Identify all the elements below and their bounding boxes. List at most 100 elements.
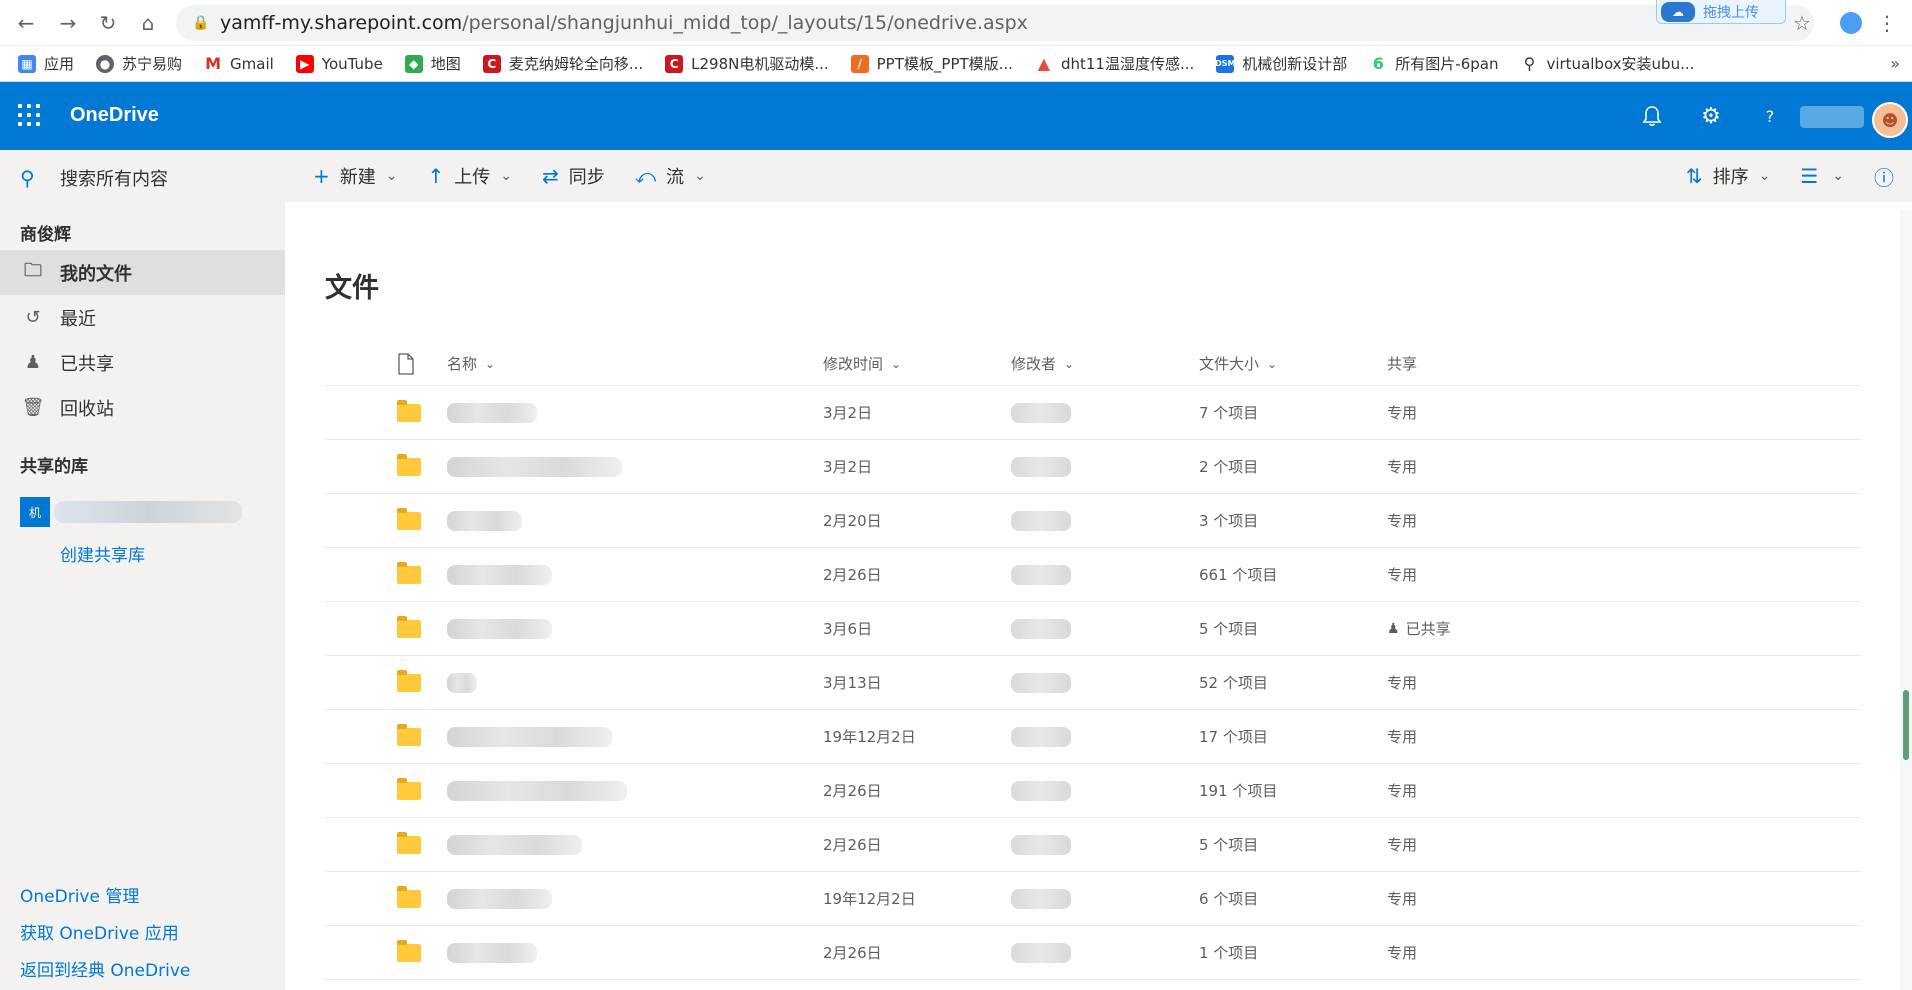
- file-name-redacted[interactable]: [447, 672, 823, 693]
- bookmark-item[interactable]: C 麦克纳姆轮全向移...: [482, 53, 643, 74]
- bookmark-item[interactable]: C L298N电机驱动模...: [665, 53, 829, 74]
- main-scrollbar[interactable]: [1900, 210, 1912, 990]
- file-name-redacted[interactable]: [447, 564, 823, 585]
- bell-icon[interactable]: [1638, 102, 1666, 130]
- shared-library-item[interactable]: 机: [0, 490, 285, 534]
- create-shared-library-link[interactable]: 创建共享库: [0, 534, 285, 578]
- bookmark-item[interactable]: ● 苏宁易购: [96, 53, 182, 74]
- extension-icon[interactable]: [1838, 10, 1864, 36]
- file-name-redacted[interactable]: [447, 942, 823, 963]
- bookmark-item[interactable]: ▲ dht11温湿度传感...: [1034, 53, 1194, 74]
- back-icon[interactable]: ←: [14, 11, 38, 35]
- bookmark-item[interactable]: DSM 机械创新设计部: [1215, 53, 1347, 74]
- file-name-redacted[interactable]: [447, 510, 823, 531]
- file-name-redacted[interactable]: [447, 834, 823, 855]
- forward-icon[interactable]: →: [56, 11, 80, 35]
- table-row[interactable]: 2月26日 661 个项目 专用: [325, 548, 1861, 602]
- upload-button[interactable]: ↑ 上传 ⌄: [428, 163, 513, 189]
- table-row[interactable]: 3月13日 52 个项目 专用: [325, 656, 1861, 710]
- reload-icon[interactable]: ↻: [96, 11, 120, 35]
- chevron-down-icon: ⌄: [485, 356, 496, 371]
- file-name-redacted[interactable]: [447, 780, 823, 801]
- scrollbar-thumb[interactable]: [1903, 690, 1909, 760]
- modified-by-redacted: [1011, 888, 1199, 909]
- url-path: /personal/shangjunhui_midd_top/_layouts/…: [462, 12, 1028, 34]
- flow-button[interactable]: ⤺ 流 ⌄: [635, 163, 706, 189]
- size-cell: 191 个项目: [1199, 782, 1278, 800]
- table-row[interactable]: 2月26日 191 个项目 专用: [325, 764, 1861, 818]
- get-onedrive-apps-link[interactable]: 获取 OneDrive 应用: [20, 916, 280, 953]
- sync-button[interactable]: ⇄ 同步: [542, 163, 605, 189]
- bookmark-item[interactable]: 6 所有图片-6pan: [1369, 53, 1498, 74]
- return-classic-onedrive-link[interactable]: 返回到经典 OneDrive: [20, 953, 280, 990]
- redacted-text: [447, 510, 522, 531]
- file-type-header[interactable]: [397, 352, 447, 375]
- upload-arrow-icon: ↑: [427, 164, 445, 188]
- menu-kebab-icon[interactable]: ⋮: [1874, 10, 1900, 36]
- bookmarks-overflow-icon[interactable]: »: [1890, 54, 1900, 73]
- bookmark-item[interactable]: M Gmail: [204, 54, 274, 73]
- bookmark-item[interactable]: / PPT模板_PPT模版...: [850, 53, 1013, 74]
- file-name-redacted[interactable]: [447, 726, 823, 747]
- redacted-text: [1011, 672, 1071, 693]
- star-icon[interactable]: ☆: [1789, 10, 1815, 36]
- redacted-text: [447, 456, 622, 477]
- home-icon[interactable]: ⌂: [136, 11, 160, 35]
- size-cell: 5 个项目: [1199, 836, 1259, 854]
- table-row[interactable]: 2月20日 3 个项目 专用: [325, 494, 1861, 548]
- ppt-icon: /: [850, 54, 869, 73]
- command-bar: + 新建 ⌄ ↑ 上传 ⌄ ⇄ 同步 ⤺ 流 ⌄ ⇅ 排序 ⌄ ☰ ⌄ ⓘ: [285, 150, 1912, 202]
- column-header-modified-by[interactable]: 修改者 ⌄: [1011, 353, 1199, 374]
- app-launcher-icon[interactable]: [18, 104, 40, 126]
- nav-item-recycle-bin[interactable]: 🗑 回收站: [0, 385, 285, 430]
- table-row[interactable]: 2月26日 1 个项目 专用: [325, 926, 1861, 980]
- chevron-down-icon: ⌄: [1832, 168, 1844, 184]
- view-options-button[interactable]: ☰ ⌄: [1800, 164, 1844, 188]
- sort-button[interactable]: ⇅ 排序 ⌄: [1686, 163, 1771, 189]
- onedrive-admin-link[interactable]: OneDrive 管理: [20, 879, 280, 916]
- help-icon[interactable]: ?: [1756, 102, 1784, 130]
- bookmark-item[interactable]: ▶ YouTube: [295, 54, 383, 73]
- file-name-redacted[interactable]: [447, 456, 823, 477]
- modified-by-redacted: [1011, 456, 1199, 477]
- gear-icon[interactable]: ⚙: [1697, 102, 1725, 130]
- column-header-size[interactable]: 文件大小 ⌄: [1199, 353, 1387, 374]
- table-row[interactable]: 2月26日 5 个项目 专用: [325, 818, 1861, 872]
- nav-item-shared[interactable]: ♟ 已共享: [0, 340, 285, 385]
- chevron-down-icon: ⌄: [1758, 168, 1771, 184]
- file-name-redacted[interactable]: [447, 402, 823, 423]
- app-brand[interactable]: OneDrive: [70, 104, 159, 127]
- modified-by-redacted: [1011, 672, 1199, 693]
- folder-icon: [397, 885, 421, 908]
- bookmark-item[interactable]: ⚲ virtualbox安装ubu...: [1520, 53, 1694, 74]
- file-name-redacted[interactable]: [447, 618, 823, 639]
- table-row[interactable]: 3月2日 7 个项目 专用: [325, 386, 1861, 440]
- dsm-icon: DSM: [1215, 54, 1235, 73]
- bookmark-item[interactable]: ▦ 应用: [18, 53, 74, 74]
- nav-item-recent[interactable]: ↺ 最近: [0, 295, 285, 340]
- column-header-name[interactable]: 名称 ⌄: [447, 353, 823, 374]
- file-name-redacted[interactable]: [447, 888, 823, 909]
- nav-item-my-files[interactable]: 🗀 我的文件: [0, 250, 285, 295]
- folder-icon-cell: [397, 831, 447, 854]
- baidu-upload-float[interactable]: ☁ 拖拽上传: [1656, 0, 1786, 24]
- table-row[interactable]: 19年12月2日 6 个项目 专用: [325, 872, 1861, 926]
- info-button[interactable]: ⓘ: [1874, 162, 1894, 191]
- address-bar[interactable]: 🔒 yamff-my.sharepoint.com/personal/shang…: [176, 5, 1814, 41]
- table-row[interactable]: 3月6日 5 个项目 ♟ 已共享: [325, 602, 1861, 656]
- column-header-sharing[interactable]: 共享: [1387, 353, 1587, 374]
- avatar[interactable]: ☻: [1872, 102, 1908, 138]
- column-header-modified[interactable]: 修改时间 ⌄: [823, 353, 1011, 374]
- folder-icon: [397, 399, 421, 422]
- csdn-icon: C: [482, 54, 501, 73]
- command-bar-right: ⇅ 排序 ⌄ ☰ ⌄ ⓘ: [1658, 150, 1912, 202]
- files-table: 名称 ⌄ 修改时间 ⌄ 修改者 ⌄ 文件大小 ⌄ 共享 3月2日 7 个项目 专用 3月2日 2…: [325, 342, 1861, 980]
- history-icon: ↺: [25, 307, 41, 328]
- search-box[interactable]: ⚲ 搜索所有内容: [0, 150, 285, 206]
- bookmark-item[interactable]: ◆ 地图: [404, 53, 461, 74]
- table-row[interactable]: 19年12月2日 17 个项目 专用: [325, 710, 1861, 764]
- table-row[interactable]: 3月2日 2 个项目 专用: [325, 440, 1861, 494]
- sort-icon: ⇅: [1685, 164, 1703, 188]
- new-button[interactable]: + 新建 ⌄: [313, 163, 398, 189]
- maps-icon: ◆: [404, 54, 423, 73]
